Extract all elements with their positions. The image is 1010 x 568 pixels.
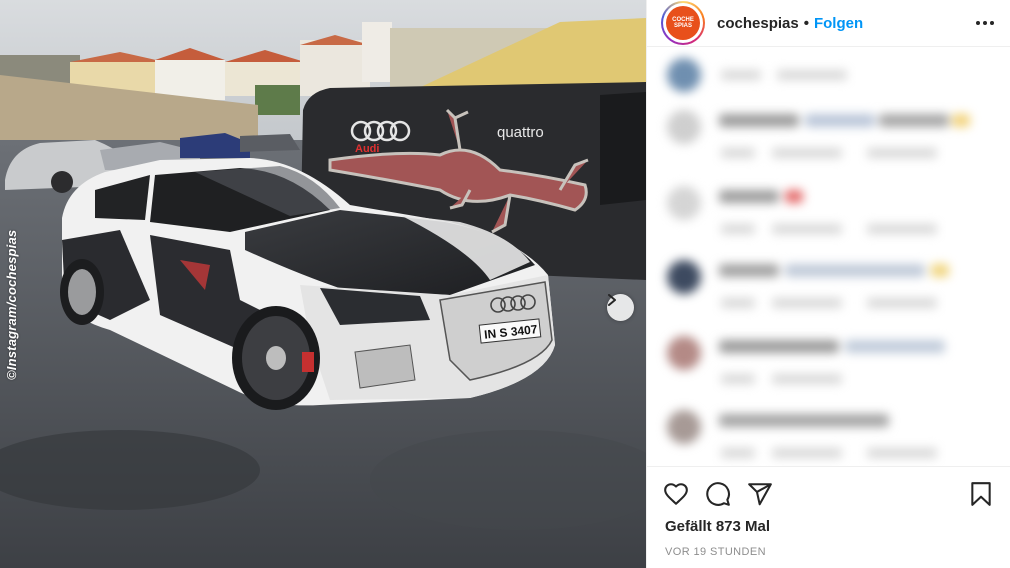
comment-text <box>719 114 799 127</box>
username-link[interactable]: cochespias <box>717 15 799 32</box>
comment-text <box>785 264 925 277</box>
likes-count[interactable]: Gefällt 873 Mal <box>665 518 770 535</box>
comments-list <box>647 48 1010 466</box>
comment-text <box>719 340 839 353</box>
comment-avatar <box>667 58 701 92</box>
post-image[interactable]: Audi quattro IN S 3407 ©Instagram/cochespi… <box>0 0 646 568</box>
comment-meta <box>772 224 842 234</box>
paper-plane-icon[interactable] <box>747 481 773 507</box>
comment-meta <box>772 148 842 158</box>
comment-text <box>719 190 779 203</box>
van-logo-text: Audi <box>355 143 379 155</box>
separator-dot: • <box>803 14 809 32</box>
bookmark-icon[interactable] <box>968 481 994 507</box>
comment-meta <box>772 374 842 384</box>
comment-meta <box>867 298 937 308</box>
comment-avatar <box>667 186 701 220</box>
comment-meta <box>867 448 937 458</box>
comment-meta <box>867 148 937 158</box>
save-button[interactable] <box>968 481 994 507</box>
comment-avatar <box>667 110 701 144</box>
chevron-right-icon <box>608 294 616 306</box>
comment-meta <box>772 448 842 458</box>
comment-avatar <box>667 336 701 370</box>
blurred-comments <box>647 48 1010 466</box>
comment-emoji <box>931 264 949 277</box>
avatar-story-ring[interactable]: COCHE SPIAS <box>661 1 705 45</box>
comment-avatar <box>667 260 701 294</box>
comment-meta <box>721 374 755 384</box>
comment-emoji <box>952 114 970 127</box>
comment-meta <box>721 298 755 308</box>
post-timestamp[interactable]: VOR 19 STUNDEN <box>665 546 766 558</box>
heart-icon[interactable] <box>663 481 689 507</box>
comment-icon[interactable] <box>705 481 731 507</box>
comment-text <box>719 414 889 427</box>
watermark-text: ©Instagram/cochespias <box>4 229 19 380</box>
avatar: COCHE SPIAS <box>666 6 700 40</box>
avatar-text-2: SPIAS <box>673 23 692 29</box>
comment-meta <box>721 448 755 458</box>
follow-button[interactable]: Folgen <box>814 15 863 32</box>
comment-text <box>879 114 949 127</box>
post-sidebar: COCHE SPIAS cochespias • Folgen Gefällt … <box>646 0 1010 568</box>
comment-text <box>805 114 875 127</box>
comment-text <box>845 340 945 353</box>
more-dot <box>990 21 994 25</box>
comment-meta <box>721 70 761 80</box>
more-dot <box>983 21 987 25</box>
action-icons <box>663 481 773 507</box>
comment-meta <box>777 70 847 80</box>
car-photo: AudiquattroIN S 3407 <box>0 0 646 568</box>
post-actions: Gefällt 873 Mal VOR 19 STUNDEN <box>647 466 1010 568</box>
comment-meta <box>772 298 842 308</box>
more-dot <box>976 21 980 25</box>
comment-meta <box>867 224 937 234</box>
comment-avatar <box>667 410 701 444</box>
comment-emoji <box>785 190 803 203</box>
next-image-button[interactable] <box>607 294 634 321</box>
avatar-frame: COCHE SPIAS <box>663 3 703 43</box>
van-quattro-text: quattro <box>497 124 544 141</box>
comment-meta <box>721 148 755 158</box>
comment-text <box>719 264 779 277</box>
more-options-icon[interactable] <box>974 15 996 31</box>
comment-meta <box>721 224 755 234</box>
post-header: COCHE SPIAS cochespias • Folgen <box>647 0 1010 47</box>
